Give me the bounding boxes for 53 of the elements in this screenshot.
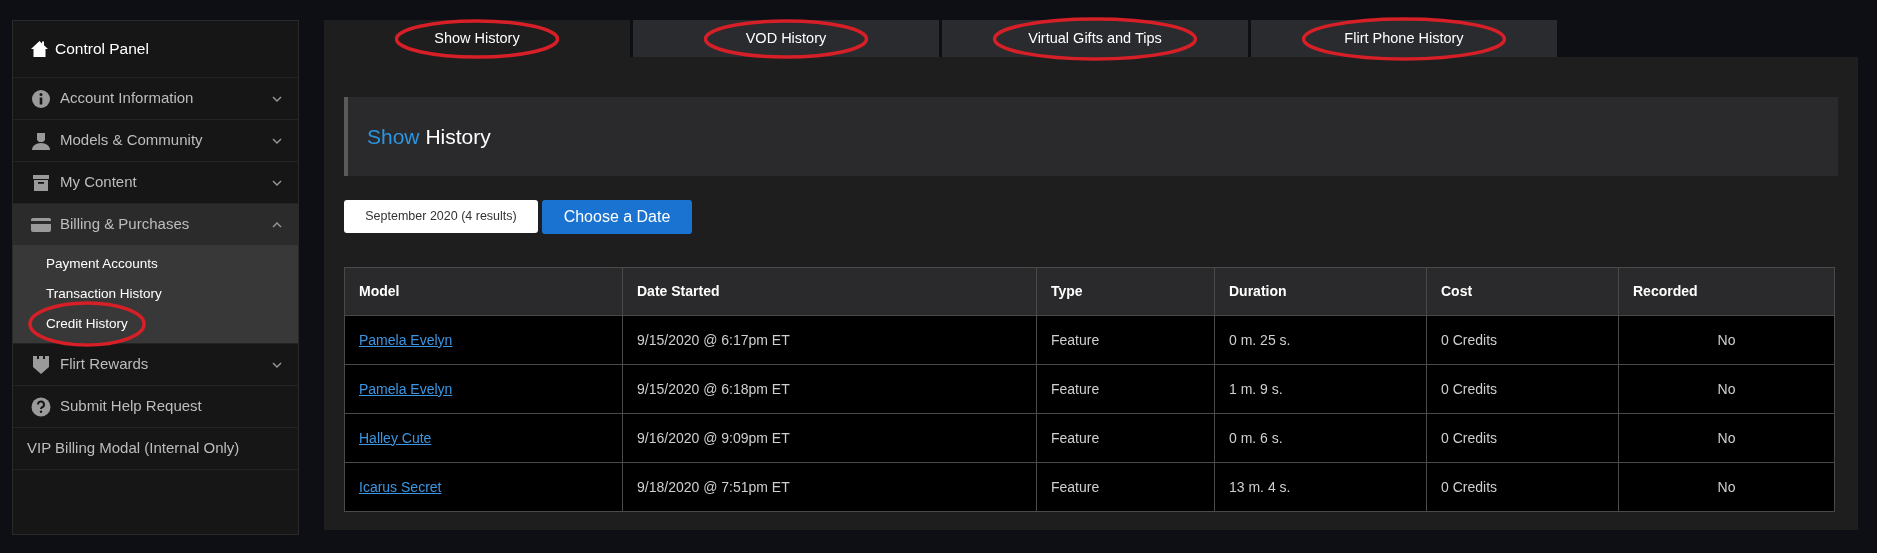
table-cell: 0 Credits — [1441, 331, 1498, 348]
table-cell: No — [1717, 429, 1736, 446]
table-cell: 0 Credits — [1441, 429, 1498, 446]
table-cell: 0 m. 25 s. — [1229, 331, 1291, 348]
model-link[interactable]: Icarus Secret — [359, 478, 442, 495]
column-header: Date Started — [622, 267, 1037, 316]
shield-icon — [31, 354, 51, 375]
archive-box-icon — [31, 172, 51, 193]
column-header: Model — [344, 267, 623, 316]
tab[interactable]: Show History — [324, 20, 630, 57]
sidebar-title: Control Panel — [55, 39, 149, 60]
model-link[interactable]: Pamela Evelyn — [359, 380, 453, 397]
submenu-item[interactable]: Transaction History — [46, 279, 162, 309]
nav-item[interactable]: VIP Billing Modal (Internal Only) — [13, 428, 298, 469]
chevron-down-icon — [272, 361, 282, 368]
model-link[interactable]: Pamela Evelyn — [359, 331, 453, 348]
tab[interactable]: Virtual Gifts and Tips — [942, 20, 1248, 57]
table-cell: No — [1717, 331, 1736, 348]
nav-item[interactable]: Billing & Purchases — [13, 204, 298, 245]
tab[interactable]: Flirt Phone History — [1251, 20, 1557, 57]
table-cell: No — [1717, 380, 1736, 397]
table-cell: No — [1717, 478, 1736, 495]
date-field[interactable]: September 2020 (4 results) — [344, 200, 538, 233]
column-header: Recorded — [1618, 267, 1835, 316]
table-cell: Feature — [1051, 331, 1100, 348]
column-header: Type — [1036, 267, 1215, 316]
chevron-up-icon — [272, 221, 282, 228]
home-icon — [30, 40, 49, 58]
table-cell: 1 m. 9 s. — [1229, 380, 1283, 397]
table-cell: 9/15/2020 @ 6:18pm ET — [637, 380, 790, 397]
submenu-item[interactable]: Payment Accounts — [46, 249, 158, 279]
table-cell: Feature — [1051, 429, 1100, 446]
table-cell: 9/16/2020 @ 9:09pm ET — [637, 429, 790, 446]
tab[interactable]: VOD History — [633, 20, 939, 57]
table-cell: 0 Credits — [1441, 478, 1498, 495]
help-icon — [31, 396, 51, 417]
chevron-down-icon — [272, 137, 282, 144]
section-heading: Show History — [367, 123, 491, 150]
choose-date-button[interactable]: Choose a Date — [542, 200, 692, 234]
table-cell: 0 Credits — [1441, 380, 1498, 397]
table-cell: 9/15/2020 @ 6:17pm ET — [637, 331, 790, 348]
table-cell: 9/18/2020 @ 7:51pm ET — [637, 478, 790, 495]
chevron-down-icon — [272, 179, 282, 186]
table-cell: Feature — [1051, 478, 1100, 495]
info-icon — [31, 88, 51, 109]
user-icon — [31, 130, 51, 151]
column-header: Duration — [1214, 267, 1427, 316]
table-cell: 0 m. 6 s. — [1229, 429, 1283, 446]
column-header: Cost — [1426, 267, 1619, 316]
table-cell: 13 m. 4 s. — [1229, 478, 1291, 495]
chevron-down-icon — [272, 95, 282, 102]
model-link[interactable]: Halley Cute — [359, 429, 432, 446]
table-cell: Feature — [1051, 380, 1100, 397]
